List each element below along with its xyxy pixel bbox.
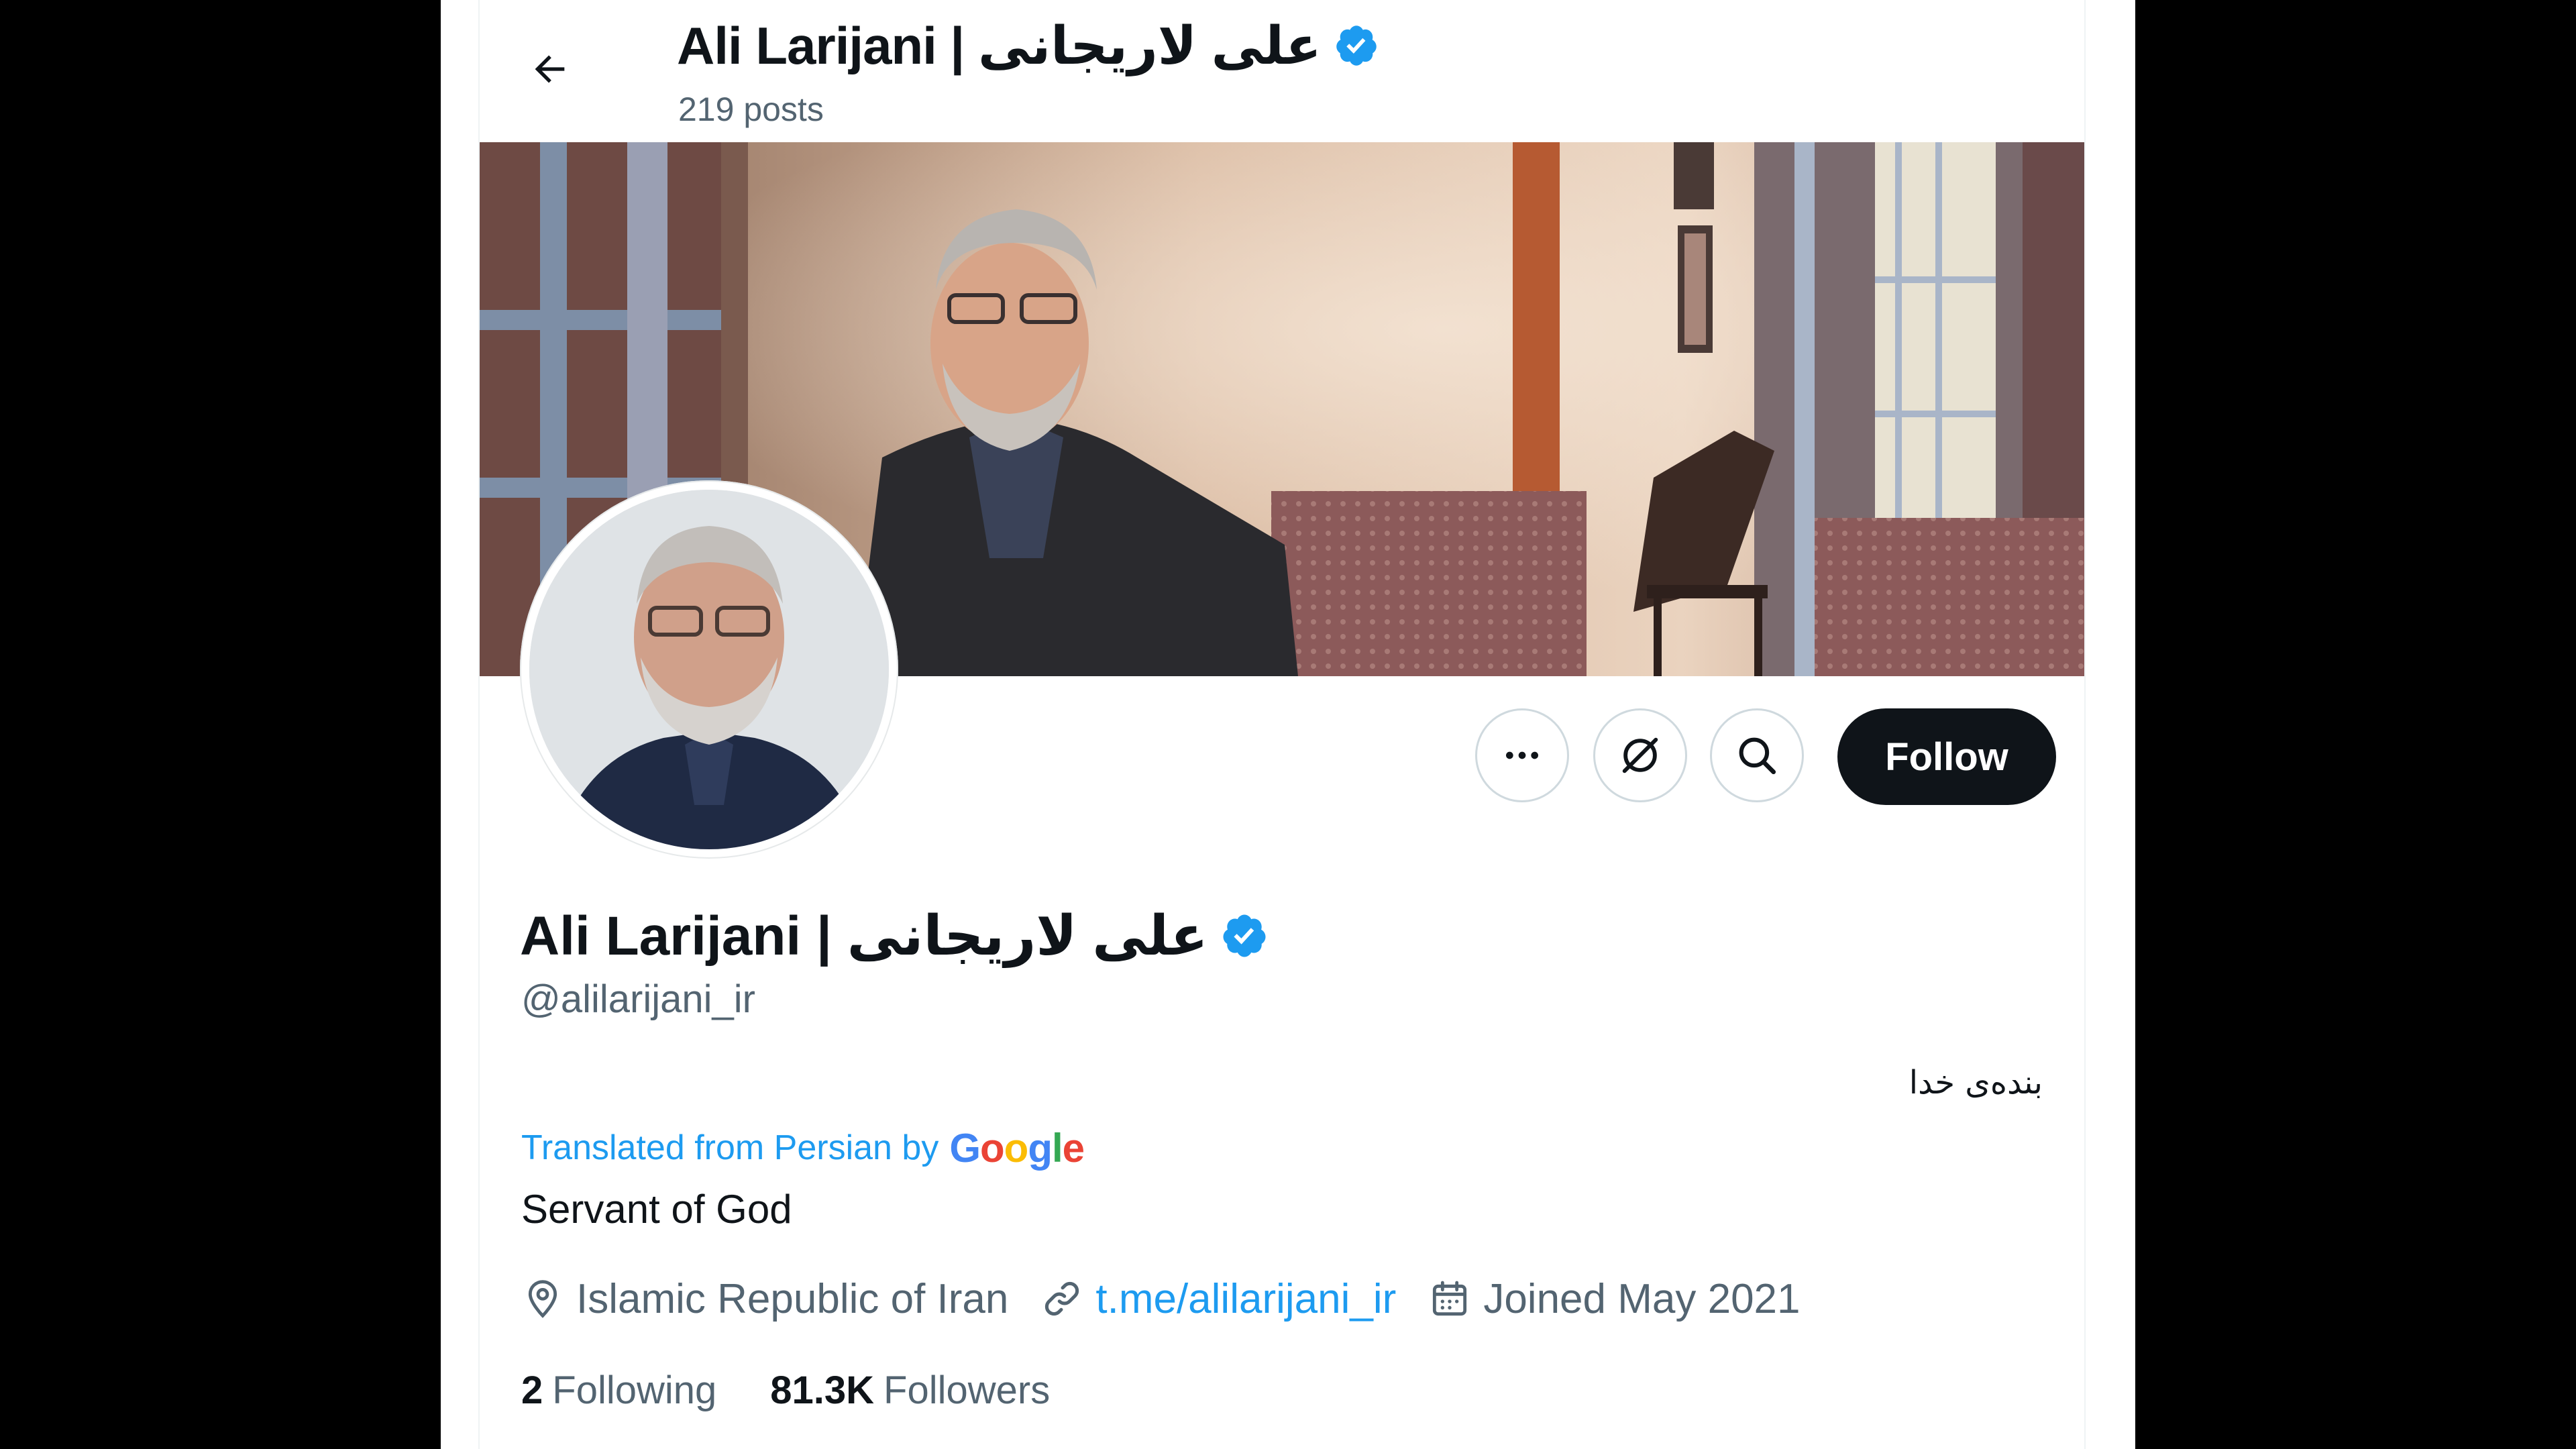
followers-count: 81.3K [770, 1368, 875, 1412]
back-button[interactable] [520, 39, 580, 99]
location-pin-icon [528, 1280, 557, 1318]
website-item: t.me/alilarijani_ir [1040, 1275, 1396, 1323]
posts-count: 219 posts [678, 91, 824, 128]
profile-name-row: Ali Larijani | علی لاریجانی [520, 899, 1269, 973]
calendar-icon [1433, 1281, 1467, 1316]
ellipsis-icon [1506, 751, 1538, 759]
following-label: Following [552, 1368, 717, 1412]
translation-link[interactable]: Translated from Persian by Google [521, 1124, 1085, 1171]
profile-column: Ali Larijani | علی لاریجانی 219 posts Fo… [478, 0, 2086, 1449]
translated-from-label: Translated from Persian by [521, 1128, 939, 1167]
profile-handle: @alilarijani_ir [521, 977, 755, 1021]
follow-button[interactable]: Follow [1837, 708, 2056, 805]
profile-avatar[interactable] [520, 480, 898, 859]
profile-meta: Islamic Republic of Iran t.me/alilarijan… [521, 1272, 1833, 1326]
location-item: Islamic Republic of Iran [521, 1275, 1008, 1323]
bio-translated: Servant of God [521, 1187, 792, 1232]
website-link[interactable]: t.me/alilarijani_ir [1095, 1275, 1396, 1323]
more-options-button[interactable] [1475, 708, 1569, 802]
search-icon [1739, 737, 1776, 775]
followers-label: Followers [883, 1368, 1051, 1412]
link-icon [1045, 1281, 1079, 1316]
joined-text: Joined May 2021 [1483, 1275, 1801, 1322]
grok-icon [1622, 737, 1658, 773]
profile-display-name: Ali Larijani | علی لاریجانی [520, 905, 1208, 967]
arrow-left-icon [535, 55, 565, 83]
search-profile-button[interactable] [1710, 708, 1804, 802]
avatar-image [529, 490, 889, 849]
joined-item: Joined May 2021 [1428, 1275, 1801, 1323]
following-link[interactable]: 2 Following [521, 1368, 716, 1413]
header-display-name: Ali Larijani | علی لاریجانی [677, 15, 1322, 75]
profile-stats: 2 Following 81.3K Followers [521, 1363, 1104, 1417]
followers-link[interactable]: 81.3K Followers [770, 1368, 1050, 1413]
location-text: Islamic Republic of Iran [576, 1275, 1009, 1322]
verified-badge-icon[interactable] [1220, 912, 1269, 960]
verified-badge-icon [1336, 25, 1377, 66]
grok-button[interactable] [1593, 708, 1687, 802]
following-count: 2 [521, 1368, 543, 1412]
bio-original: بنده‌ی خدا [1909, 1064, 2043, 1102]
header-title: Ali Larijani | علی لاریجانی [677, 12, 1379, 79]
google-logo: Google [949, 1125, 1085, 1171]
page-frame: Ali Larijani | علی لاریجانی 219 posts Fo… [441, 0, 2135, 1449]
